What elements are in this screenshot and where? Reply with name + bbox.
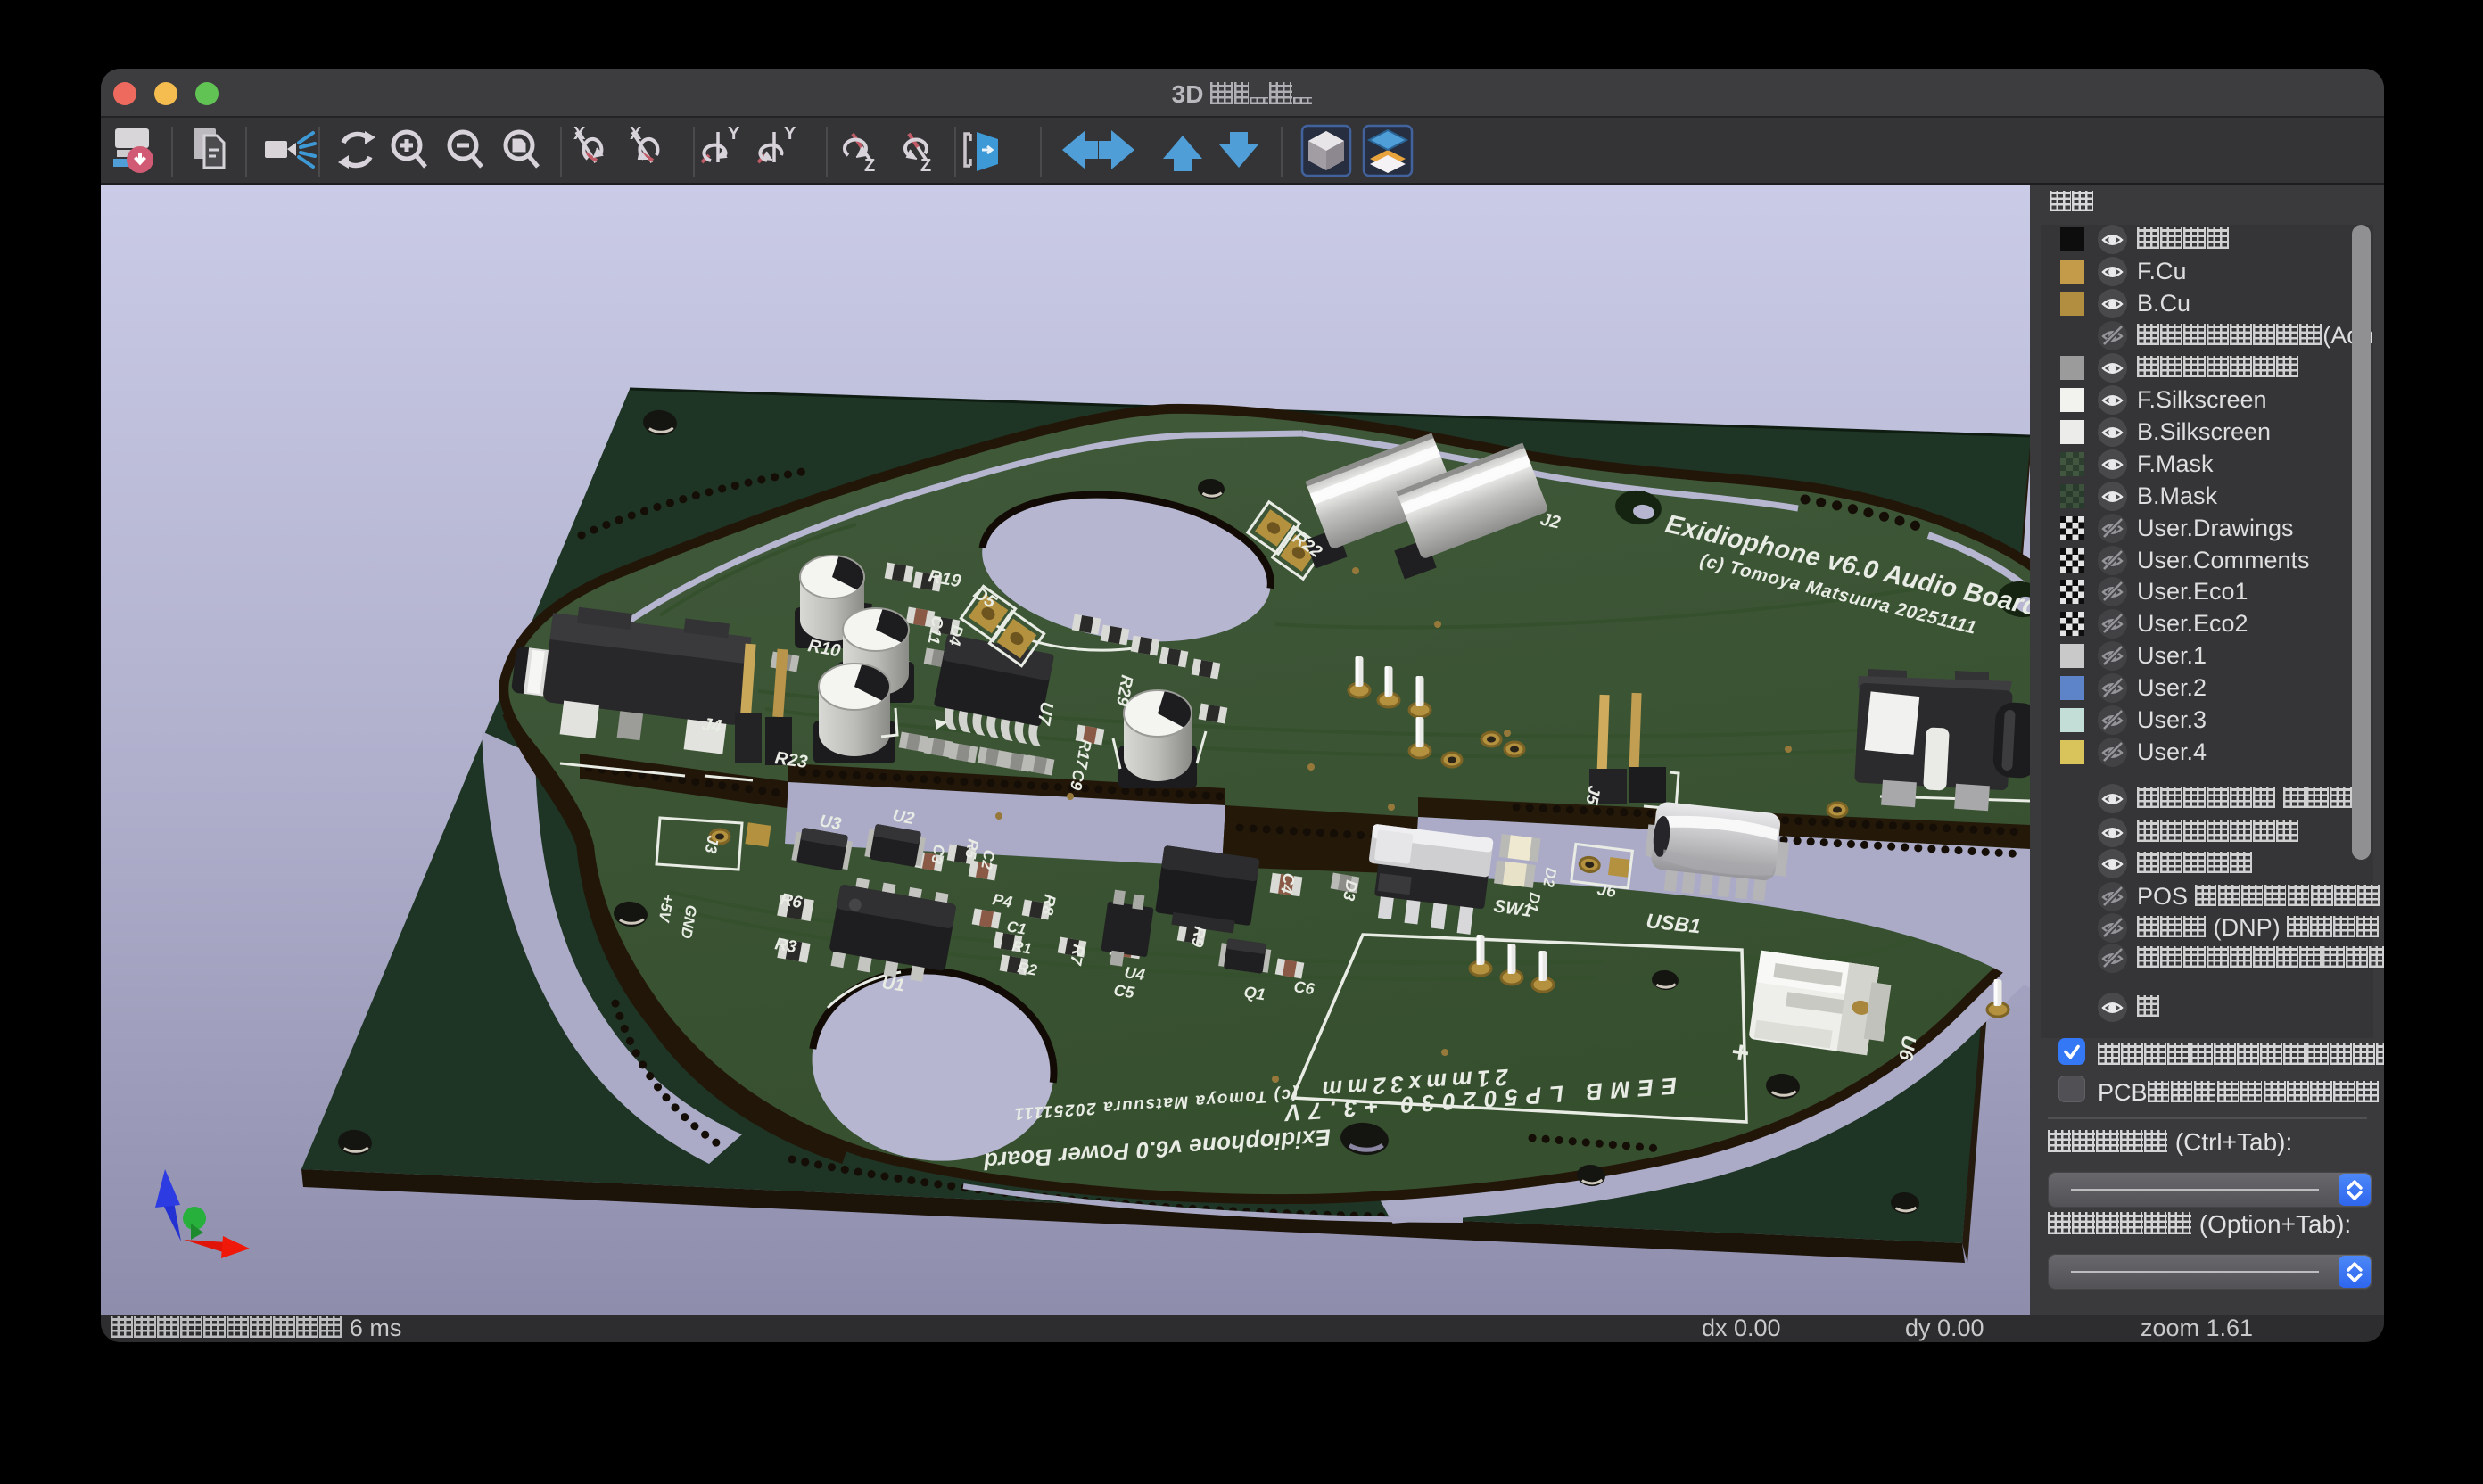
- svg-text:C3: C3: [928, 843, 948, 865]
- svg-text:J5: J5: [1581, 784, 1603, 806]
- svg-text:R3: R3: [773, 935, 798, 957]
- svg-text:C4: C4: [1277, 871, 1299, 895]
- svg-text:Y: Y: [728, 124, 740, 144]
- svg-text:U3: U3: [818, 812, 843, 834]
- svg-text:U7: U7: [1033, 700, 1056, 727]
- svg-text:Z: Z: [920, 156, 931, 176]
- svg-text:P4: P4: [991, 890, 1013, 911]
- svg-text:U2: U2: [891, 806, 916, 829]
- svg-text:D1: D1: [1523, 891, 1543, 913]
- svg-text:U1: U1: [880, 973, 905, 995]
- svg-text:C5: C5: [1112, 981, 1136, 1002]
- svg-text:J3: J3: [702, 834, 722, 854]
- svg-text:U6: U6: [1894, 1034, 1921, 1063]
- svg-text:X: X: [630, 124, 642, 144]
- svg-text:Q1: Q1: [1242, 983, 1266, 1003]
- svg-text:J2: J2: [1538, 509, 1562, 532]
- svg-text:D2: D2: [1539, 866, 1560, 888]
- svg-text:R2: R2: [1016, 959, 1038, 979]
- svg-text:J6: J6: [1596, 880, 1617, 902]
- svg-text:D3: D3: [1340, 878, 1361, 902]
- svg-text:C6: C6: [1292, 977, 1316, 998]
- svg-text:R6: R6: [779, 890, 804, 912]
- svg-text:R9: R9: [1188, 925, 1209, 948]
- svg-text:J4: J4: [700, 714, 722, 737]
- svg-text:C9: C9: [1067, 768, 1088, 791]
- svg-text:D4: D4: [945, 623, 967, 647]
- svg-text:Z: Z: [864, 156, 875, 176]
- svg-text:Y: Y: [784, 124, 796, 144]
- svg-text:R1: R1: [1011, 937, 1033, 957]
- svg-text:X: X: [573, 124, 586, 144]
- svg-text:R8: R8: [1038, 893, 1060, 916]
- svg-text:U4: U4: [1123, 963, 1146, 984]
- svg-text:C2: C2: [978, 848, 998, 870]
- svg-text:R7: R7: [1067, 943, 1088, 967]
- svg-text:C1: C1: [1005, 918, 1027, 937]
- svg-text:R5: R5: [961, 837, 982, 860]
